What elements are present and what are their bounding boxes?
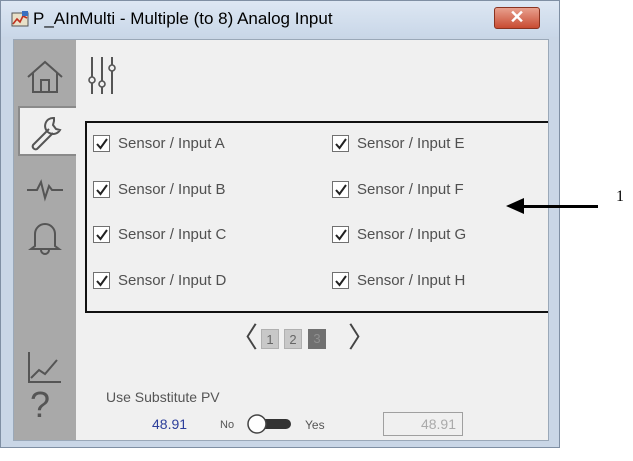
- substitute-pv-toggle[interactable]: [243, 414, 297, 434]
- checkbox[interactable]: [93, 225, 110, 243]
- toggle-yes-label: Yes: [305, 418, 325, 432]
- title-bar: P_AInMulti - Multiple (to 8) Analog Inpu…: [1, 1, 559, 37]
- callout-number: 1: [616, 188, 624, 205]
- checkbox[interactable]: [93, 180, 110, 198]
- sensor-label: Sensor / Input A: [118, 134, 225, 152]
- sliders-icon[interactable]: [86, 52, 132, 98]
- substitute-pv-input[interactable]: 48.91: [383, 412, 463, 436]
- sensor-checkbox-a[interactable]: Sensor / Input A: [93, 133, 225, 153]
- close-icon[interactable]: ✕: [495, 7, 539, 28]
- sensor-label: Sensor / Input D: [118, 271, 227, 289]
- checkbox[interactable]: [332, 271, 349, 289]
- sensor-label: Sensor / Input C: [118, 225, 227, 243]
- sidebar-item-alarms[interactable]: [18, 212, 72, 262]
- callout-line: [520, 205, 598, 208]
- bell-icon: [28, 223, 62, 255]
- main-panel: Sensor / Input A Sensor / Input B Sensor…: [76, 40, 548, 440]
- checkmark-icon: [96, 228, 108, 241]
- checkmark-icon: [96, 137, 108, 150]
- page-2-button[interactable]: 2: [284, 329, 302, 349]
- sidebar: ?: [14, 40, 76, 440]
- sensor-label: Sensor / Input F: [357, 180, 464, 198]
- checkbox[interactable]: [93, 134, 110, 152]
- sensor-checkbox-h[interactable]: Sensor / Input H: [332, 270, 465, 290]
- page-1-button[interactable]: 1: [261, 329, 279, 349]
- checkbox[interactable]: [332, 180, 349, 198]
- checkmark-icon: [335, 228, 347, 241]
- toggle-no-label: No: [220, 419, 235, 431]
- checkmark-icon: [335, 137, 347, 150]
- checkbox[interactable]: [93, 271, 110, 289]
- chevron-right-icon[interactable]: 〉: [348, 324, 376, 352]
- sensor-label: Sensor / Input H: [357, 271, 466, 289]
- pager: 〈 1 2 3 〉: [76, 324, 548, 354]
- wrench-icon: [31, 116, 62, 151]
- checkmark-icon: [335, 274, 347, 287]
- sensor-checkbox-d[interactable]: Sensor / Input D: [93, 270, 226, 290]
- faceplate-body: ? Sensor / Input A Sensor / Input B Sens…: [13, 39, 549, 441]
- substitute-pv-label: Use Substitute PV: [106, 389, 220, 405]
- sensor-checkbox-e[interactable]: Sensor / Input E: [332, 133, 465, 153]
- sensor-label: Sensor / Input B: [118, 180, 226, 198]
- sidebar-item-waveform[interactable]: [18, 162, 72, 212]
- sensor-checkbox-f[interactable]: Sensor / Input F: [332, 179, 464, 199]
- sidebar-item-help[interactable]: ?: [18, 384, 72, 434]
- home-icon: [27, 60, 63, 93]
- pv-value: 48.91: [152, 416, 188, 432]
- faceplate-window: P_AInMulti - Multiple (to 8) Analog Inpu…: [0, 0, 560, 448]
- checkmark-icon: [335, 183, 347, 196]
- sensor-checkbox-c[interactable]: Sensor / Input C: [93, 224, 226, 244]
- sensor-checkbox-b[interactable]: Sensor / Input B: [93, 179, 226, 199]
- chevron-left-icon[interactable]: 〈: [230, 324, 258, 352]
- sensor-label: Sensor / Input G: [357, 225, 467, 243]
- help-icon: ?: [30, 384, 51, 425]
- checkbox[interactable]: [332, 225, 349, 243]
- sidebar-item-maintenance[interactable]: [18, 106, 76, 156]
- checkbox[interactable]: [332, 134, 349, 152]
- checkmark-icon: [96, 274, 108, 287]
- page-3-button[interactable]: 3: [308, 329, 326, 349]
- checkmark-icon: [96, 183, 108, 196]
- sidebar-item-home[interactable]: [18, 52, 72, 102]
- sensor-label: Sensor / Input E: [357, 134, 465, 152]
- waveform-icon: [27, 179, 63, 202]
- close-button[interactable]: ✕: [494, 7, 540, 29]
- sensor-selection-group: Sensor / Input A Sensor / Input B Sensor…: [85, 121, 548, 313]
- sensor-checkbox-g[interactable]: Sensor / Input G: [332, 224, 466, 244]
- chart-line-icon: [28, 352, 61, 383]
- app-icon: [11, 11, 29, 27]
- window-title: P_AInMulti - Multiple (to 8) Analog Inpu…: [33, 9, 333, 28]
